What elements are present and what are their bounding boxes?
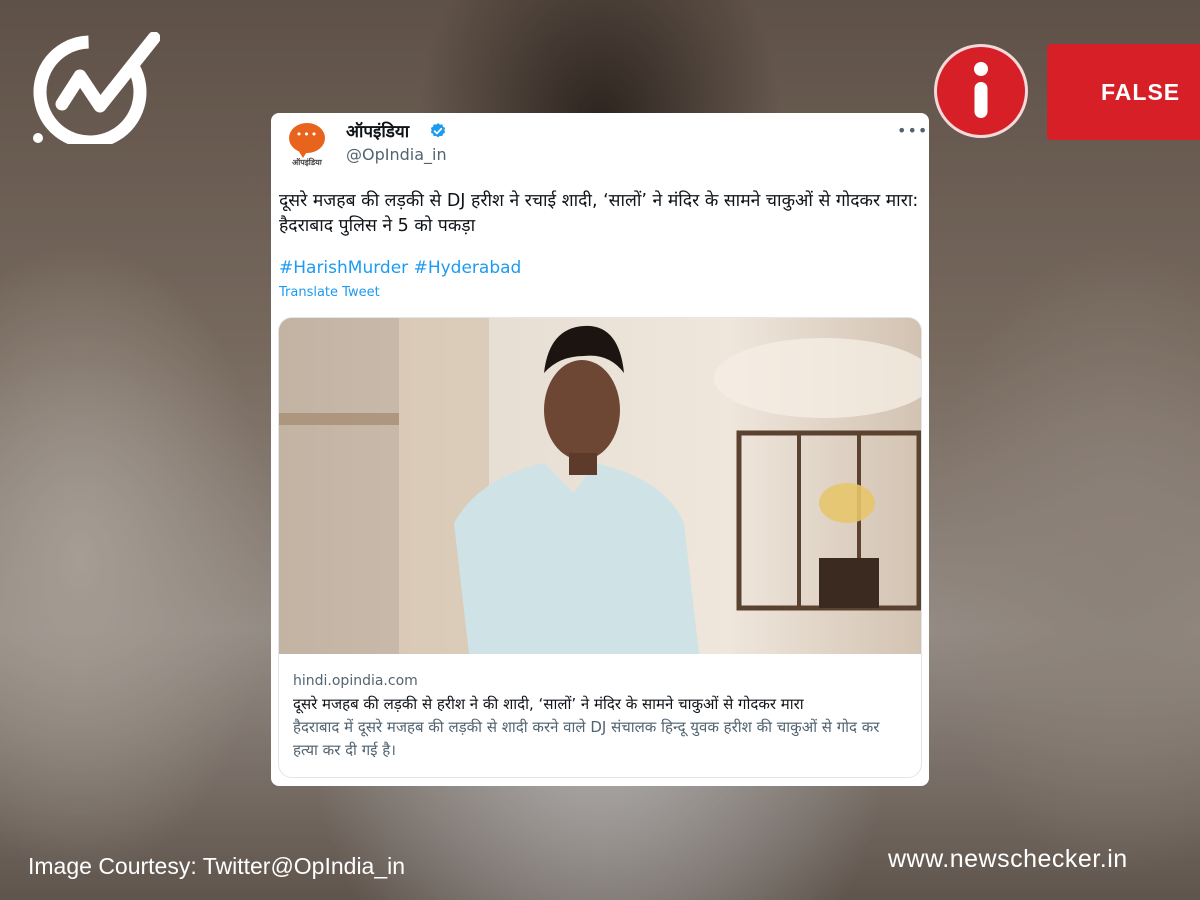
link-title: दूसरे मजहब की लड़की से हरीश ने की शादी, … [293,695,804,713]
more-options-icon[interactable]: ••• [897,121,928,140]
link-description: हैदराबाद में दूसरे मजहब की लड़की से शादी… [293,718,880,759]
newschecker-check-icon [33,32,160,144]
avatar-bubble-icon: ••• [289,123,325,158]
hashtag-link[interactable]: #HarishMurder [279,258,408,278]
link-domain: hindi.opindia.com [293,673,418,689]
verdict-label: FALSE [1047,44,1200,140]
display-name[interactable]: ऑपइंडिया [346,119,409,142]
tweet-card: ••• ऑपइंडिया ऑपइंडिया @OpIndia_in ••• दू… [271,113,929,786]
verified-badge-icon [430,123,446,138]
translate-tweet-link[interactable]: Translate Tweet [279,285,380,300]
info-icon [934,44,1028,138]
avatar-label: ऑपइंडिया [292,158,322,167]
article-photo [279,318,921,654]
image-credit: Image Courtesy: Twitter@OpIndia_in [28,853,406,879]
link-card-meta: hindi.opindia.com दूसरे मजहब की लड़की से… [293,670,909,762]
tweet-text: दूसरे मजहब की लड़की से DJ हरीश ने रचाई श… [279,191,919,236]
hashtag-link[interactable]: #Hyderabad [414,258,522,278]
link-preview-card[interactable]: hindi.opindia.com दूसरे मजहब की लड़की से… [278,317,922,778]
user-handle[interactable]: @OpIndia_in [346,145,447,164]
avatar[interactable]: ••• ऑपइंडिया [283,121,331,169]
hashtags: #HarishMurder #Hyderabad [279,258,521,278]
site-url: www.newschecker.in [888,845,1128,873]
